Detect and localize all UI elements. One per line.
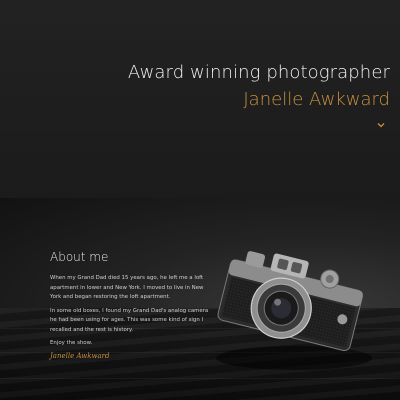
about-paragraph: Enjoy the show. xyxy=(50,340,93,346)
hero-title: Award winning photographer xyxy=(127,62,390,83)
about-section: About me When my Grand Dad died 15 years… xyxy=(0,198,400,400)
about-paragraph: When my Grand Dad died 15 years ago, he … xyxy=(50,275,204,300)
about-paragraph: In some old boxes, I found my Grand Dad'… xyxy=(50,307,209,333)
about-text: When my Grand Dad died 15 years ago, he … xyxy=(50,274,210,353)
chevron-down-icon[interactable] xyxy=(376,120,386,130)
about-heading: About me xyxy=(50,250,109,264)
photographer-name: Janelle Awkward xyxy=(243,89,390,110)
camera-icon xyxy=(204,236,374,376)
signature: Janelle Awkward xyxy=(50,352,110,360)
hero-section: Award winning photographer Janelle Awkwa… xyxy=(0,0,400,198)
